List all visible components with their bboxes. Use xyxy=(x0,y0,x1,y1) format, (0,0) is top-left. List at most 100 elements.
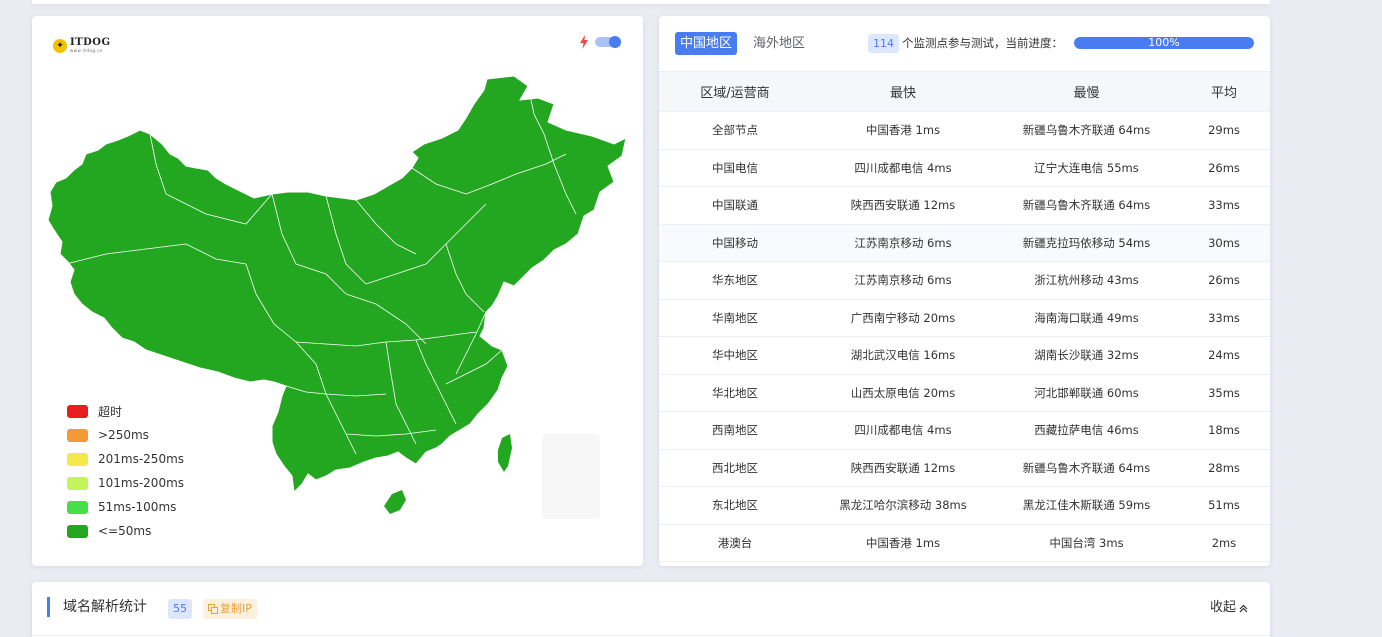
cell-fastest: 广西南宁移动 20ms xyxy=(811,299,995,337)
table-row[interactable]: 港澳台 中国香港 1ms 中国台湾 3ms 2ms xyxy=(659,524,1270,562)
table-row[interactable]: 华东地区 江苏南京移动 6ms 浙江杭州移动 43ms 26ms xyxy=(659,261,1270,300)
column-header-fastest: 最快 xyxy=(811,71,995,112)
legend-item[interactable]: 超时 xyxy=(67,399,184,423)
column-header-slowest: 最慢 xyxy=(995,71,1178,112)
table-row-hovered[interactable]: 中国移动 江苏南京移动 6ms 新疆克拉玛依移动 54ms 30ms xyxy=(659,224,1270,262)
cell-average: 26ms xyxy=(1178,261,1270,300)
cell-fastest: 中国香港 1ms xyxy=(811,524,995,562)
cell-fastest: 四川成都电信 4ms xyxy=(811,411,995,450)
legend-label: 201ms-250ms xyxy=(98,452,185,466)
itdog-logo: ✦ ITDOG www.itdog.cn xyxy=(53,38,111,53)
node-progress-text: 个监测点参与测试，当前进度： xyxy=(902,36,1063,50)
cell-region: 西北地区 xyxy=(659,449,811,487)
dns-stats-card: 域名解析统计 55 复制IP 收起 xyxy=(32,582,1270,637)
legend-swatch-timeout xyxy=(67,404,88,418)
cell-slowest: 新疆乌鲁木齐联通 64ms xyxy=(995,111,1178,150)
cell-region: 华东地区 xyxy=(659,261,811,300)
cell-slowest: 新疆克拉玛依移动 54ms xyxy=(995,224,1178,262)
toggle-knob xyxy=(609,36,621,48)
cell-region: 港澳台 xyxy=(659,524,811,562)
collapse-label: 收起 xyxy=(1209,600,1236,615)
cell-average: 33ms xyxy=(1178,299,1270,337)
collapse-button[interactable]: 收起 xyxy=(1210,598,1248,618)
cell-fastest: 山西太原电信 20ms xyxy=(811,374,995,412)
cell-average: 30ms xyxy=(1178,224,1270,262)
cell-slowest: 黑龙江佳木斯联通 59ms xyxy=(995,486,1178,525)
table-row[interactable]: 东北地区 黑龙江哈尔滨移动 38ms 黑龙江佳木斯联通 59ms 51ms xyxy=(659,486,1270,525)
cell-average: 26ms xyxy=(1178,149,1270,187)
cell-fastest: 黑龙江哈尔滨移动 38ms xyxy=(811,486,995,525)
table-row[interactable]: 中国联通 陕西西安联通 12ms 新疆乌鲁木齐联通 64ms 33ms xyxy=(659,186,1270,225)
cell-average: 29ms xyxy=(1178,111,1270,150)
legend-swatch-101-200 xyxy=(67,476,88,490)
region-tabs: 中国地区 海外地区 114 个监测点参与测试，当前进度： 100% xyxy=(659,16,1270,71)
copy-ip-label: 复制IP xyxy=(220,602,252,615)
copy-ip-button[interactable]: 复制IP xyxy=(203,599,257,619)
tab-china-region[interactable]: 中国地区 xyxy=(675,32,738,55)
table-row[interactable]: 西北地区 陕西西安联通 12ms 新疆乌鲁木齐联通 64ms 28ms xyxy=(659,449,1270,487)
legend-item[interactable]: 101ms-200ms xyxy=(67,471,184,495)
cell-slowest: 河北邯郸联通 60ms xyxy=(995,374,1178,412)
taiwan-region[interactable] xyxy=(498,434,512,472)
cell-fastest: 陕西西安联通 12ms xyxy=(811,449,995,487)
logo-text: ITDOG xyxy=(70,37,111,48)
cell-average: 24ms xyxy=(1178,336,1270,375)
cell-slowest: 中国台湾 3ms xyxy=(995,524,1178,562)
table-row[interactable]: 中国电信 四川成都电信 4ms 辽宁大连电信 55ms 26ms xyxy=(659,149,1270,187)
previous-card-edge xyxy=(32,0,1270,4)
divider xyxy=(32,635,1270,636)
cell-fastest: 湖北武汉电信 16ms xyxy=(811,336,995,375)
legend-label: >250ms xyxy=(98,428,149,442)
legend-item[interactable]: 51ms-100ms xyxy=(67,495,184,519)
legend-swatch-51-100 xyxy=(67,500,88,514)
table-row[interactable]: 华中地区 湖北武汉电信 16ms 湖南长沙联通 32ms 24ms xyxy=(659,336,1270,375)
section-accent-bar xyxy=(47,597,50,617)
lightning-icon xyxy=(580,35,588,49)
legend-item[interactable]: 201ms-250ms xyxy=(67,447,184,471)
hainan-region[interactable] xyxy=(384,490,406,514)
cell-fastest: 陕西西安联通 12ms xyxy=(811,186,995,225)
cell-slowest: 新疆乌鲁木齐联通 64ms xyxy=(995,449,1178,487)
test-progress-bar: 100% xyxy=(1074,37,1254,49)
dns-stats-title: 域名解析统计 xyxy=(63,599,147,615)
animation-toggle[interactable] xyxy=(595,36,621,48)
cell-slowest: 新疆乌鲁木齐联通 64ms xyxy=(995,186,1178,225)
chevron-up-icon xyxy=(1239,604,1248,612)
legend-label: 51ms-100ms xyxy=(98,500,177,514)
cell-region: 中国电信 xyxy=(659,149,811,187)
cell-slowest: 辽宁大连电信 55ms xyxy=(995,149,1178,187)
tab-overseas-region[interactable]: 海外地区 xyxy=(753,32,805,55)
column-header-average: 平均 xyxy=(1178,71,1270,112)
cell-region: 中国移动 xyxy=(659,224,811,262)
legend-label: 超时 xyxy=(98,404,123,419)
latency-legend: 超时 >250ms 201ms-250ms 101ms-200ms 51ms-1… xyxy=(67,399,184,543)
cell-average: 51ms xyxy=(1178,486,1270,525)
copy-icon xyxy=(208,604,218,614)
legend-label: <=50ms xyxy=(98,524,152,538)
table-header-row: 区域/运营商 最快 最慢 平均 xyxy=(659,71,1270,112)
cell-average: 33ms xyxy=(1178,186,1270,225)
cell-average: 2ms xyxy=(1178,524,1270,562)
cell-fastest: 江苏南京移动 6ms xyxy=(811,224,995,262)
table-row[interactable]: 华南地区 广西南宁移动 20ms 海南海口联通 49ms 33ms xyxy=(659,299,1270,337)
legend-item[interactable]: >250ms xyxy=(67,423,184,447)
legend-item[interactable]: <=50ms xyxy=(67,519,184,543)
table-row[interactable]: 西南地区 四川成都电信 4ms 西藏拉萨电信 46ms 18ms xyxy=(659,411,1270,450)
logo-subtext: www.itdog.cn xyxy=(70,48,103,53)
cell-fastest: 四川成都电信 4ms xyxy=(811,149,995,187)
cell-average: 35ms xyxy=(1178,374,1270,412)
cell-region: 华中地区 xyxy=(659,336,811,375)
cell-region: 华南地区 xyxy=(659,299,811,337)
cell-average: 28ms xyxy=(1178,449,1270,487)
table-row[interactable]: 华北地区 山西太原电信 20ms 河北邯郸联通 60ms 35ms xyxy=(659,374,1270,412)
table-row[interactable]: 全部节点 中国香港 1ms 新疆乌鲁木齐联通 64ms 29ms xyxy=(659,111,1270,150)
result-table-card: 中国地区 海外地区 114 个监测点参与测试，当前进度： 100% 区域/运营商… xyxy=(659,16,1270,566)
legend-label: 101ms-200ms xyxy=(98,476,185,490)
dog-logo-icon: ✦ xyxy=(53,38,67,53)
cell-region: 华北地区 xyxy=(659,374,811,412)
column-header-region: 区域/运营商 xyxy=(659,71,811,112)
legend-swatch-201-250 xyxy=(67,452,88,466)
cell-region: 全部节点 xyxy=(659,111,811,150)
legend-swatch-250plus xyxy=(67,428,88,442)
cell-region: 西南地区 xyxy=(659,411,811,450)
